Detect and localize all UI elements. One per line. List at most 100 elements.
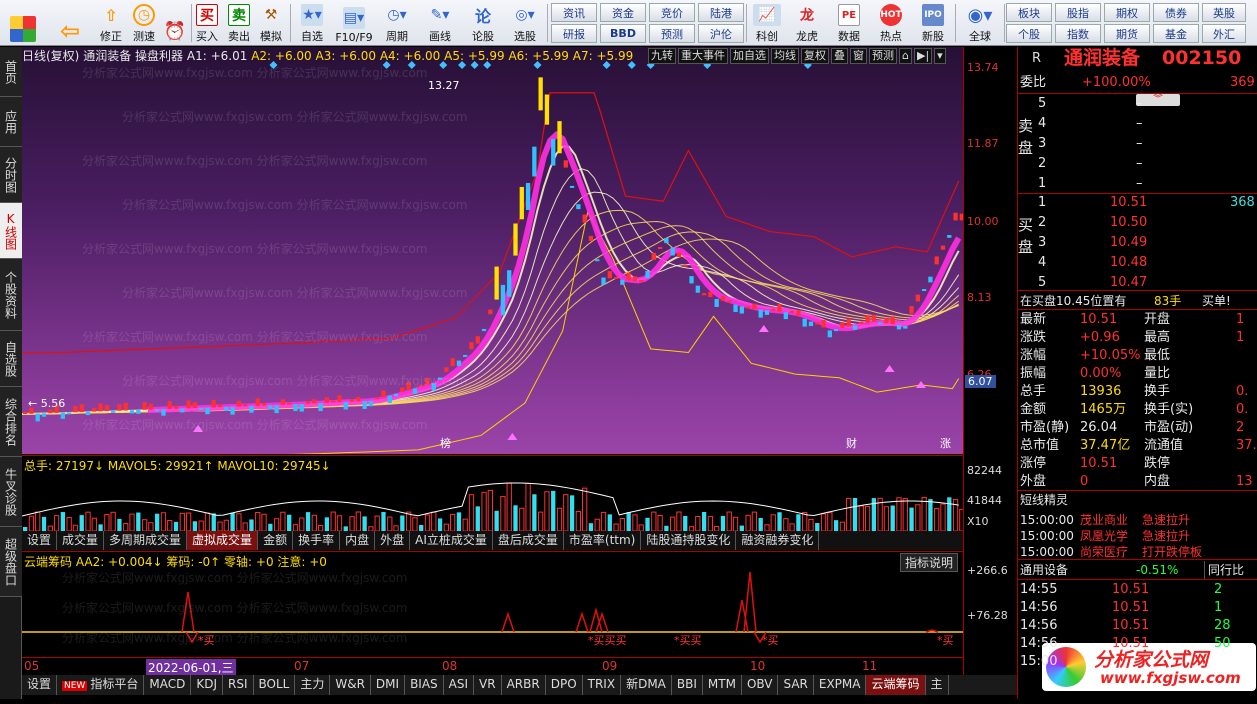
tab-settings[interactable]: 设置 [22,531,58,550]
sector-button[interactable]: 板块 [1006,3,1052,22]
tab-home[interactable]: 首页 [0,47,22,97]
tab-northbound[interactable]: 陆股通持股变化 [641,531,737,550]
tab-sar[interactable]: SAR [778,675,814,695]
tab-bbi[interactable]: BBI [672,675,703,695]
indicator-canvas[interactable]: *买 *买买买 *买买 *买 *买分析家公式网www.fxgjsw.com 分析家公式网… [22,552,963,657]
tab-margin[interactable]: 融资融券变化 [736,531,820,550]
forex-button[interactable]: 外汇 [1202,24,1246,43]
bonds-button[interactable]: 债券 [1153,3,1199,22]
funds-market-button[interactable]: 基金 [1153,24,1199,43]
tab-volume[interactable]: 成交量 [57,531,105,550]
tab-bias[interactable]: BIAS [405,675,444,695]
nine-turn-button[interactable]: 九转 [648,48,676,64]
tab-ind-settings[interactable]: 设置 [22,675,58,695]
tab-outer[interactable]: 外盘 [375,531,411,550]
tab-inner[interactable]: 内盘 [340,531,376,550]
futures-button[interactable]: 期货 [1104,24,1150,43]
tab-pe-ttm[interactable]: 市盈率(ttm) [564,531,642,550]
shanghai-london-button[interactable]: 沪伦 [698,24,744,43]
hotspot-button[interactable]: HOT 热点 [874,2,908,44]
dragon-tiger-button[interactable]: 龙龙虎 [790,2,824,44]
tab-kline[interactable]: K线图 [0,203,22,259]
moving-average-button[interactable]: 均线 [771,48,799,64]
forecast-tool-button[interactable]: 预测 [869,48,897,64]
clock-button[interactable]: ⏰ [160,2,190,44]
index-button[interactable]: 指数 [1055,24,1101,43]
forum-button[interactable]: 论论股 [466,2,500,44]
tab-more[interactable]: 主 [926,675,949,695]
tab-virtual-volume[interactable]: 虚拟成交量 [187,531,259,550]
news-button[interactable]: 资讯 [551,3,597,22]
global-button[interactable]: ◉▾ 全球 [960,2,1000,44]
tab-amount[interactable]: 金额 [258,531,294,550]
forecast-button[interactable]: 预测 [649,24,695,43]
star-market-button[interactable]: 📈 科创 [750,2,784,44]
tab-wr[interactable]: W&R [330,675,371,695]
draw-line-button[interactable]: ✎▾ 画线 [420,2,460,44]
tab-vr[interactable]: VR [474,675,502,695]
tab-stock-profile[interactable]: 个股资料 [0,259,22,331]
research-button[interactable]: 研报 [551,24,597,43]
tab-apps[interactable]: 应用 [0,97,22,147]
volume-pane[interactable]: 总手: 27197↓ MAVOL5: 29921↑ MAVOL10: 29745… [22,455,963,531]
tab-ranking[interactable]: 综合排名 [0,387,22,457]
tab-new-dma[interactable]: 新DMA [621,675,672,695]
kline-canvas[interactable]: 13.27 ← 5.56 榜 财 涨 分析家公式网www.fxgjsw.com 分析家公式… [21,47,965,462]
tab-turnover[interactable]: 换手率 [293,531,341,550]
tab-diagnosis[interactable]: 牛叉诊股 [0,457,22,527]
simulate-button[interactable]: ⚒ 模拟 [256,2,286,44]
dropdown-icon[interactable]: ▾ [934,48,946,64]
bbd-button[interactable]: BBD [600,24,646,43]
peer-compare-tab[interactable]: 同行比 [1204,561,1244,579]
options-button[interactable]: 期权 [1104,3,1150,22]
kline-chart[interactable]: 13.27 ← 5.56 榜 财 涨 分析家公式网www.fxgjsw.com 分析家公式… [21,47,965,462]
tab-obv[interactable]: OBV [742,675,779,695]
tab-rsi[interactable]: RSI [223,675,254,695]
revise-button[interactable]: ⇧ 修正 [94,2,128,44]
data-button[interactable]: PE 数据 [832,2,866,44]
tab-timeshare[interactable]: 分时图 [0,147,22,203]
start-grid-button[interactable] [8,2,38,44]
funds-button[interactable]: 资金 [600,3,646,22]
f10-button[interactable]: ▤▾ F10/F9 [332,2,376,44]
watchlist-button[interactable]: ★▾ 自选 [294,2,330,44]
window-button[interactable]: 窗 [850,48,867,64]
buy-button[interactable]: 买买入 [192,2,222,44]
adjust-button[interactable]: 复权 [801,48,829,64]
speed-test-button[interactable]: ◷ 测速 [129,2,159,44]
indicator-pane[interactable]: 云端筹码 AA2: +0.004↓ 筹码: -0↑ 零轴: +0 注意: +0 … [22,551,963,656]
hk-connect-button[interactable]: 陆港 [698,3,744,22]
tab-watchlist[interactable]: 自选股 [0,331,22,387]
stocks-button[interactable]: 个股 [1006,24,1052,43]
next-icon[interactable]: ▶| [913,48,933,64]
tab-kdj[interactable]: KDJ [191,675,223,695]
tab-cloud-chips[interactable]: 云端筹码 [866,675,926,695]
major-events-button[interactable]: 重大事件 [678,48,728,64]
period-button[interactable]: ◷▾ 周期 [378,2,416,44]
tab-multi-period-volume[interactable]: 多周期成交量 [104,531,188,550]
tab-super-panel[interactable]: 超级盘口 [0,527,22,597]
tab-dpo[interactable]: DPO [546,675,583,695]
tab-mtm[interactable]: MTM [703,675,742,695]
tab-trix[interactable]: TRIX [583,675,622,695]
tab-boll[interactable]: BOLL [254,675,296,695]
tab-dmi[interactable]: DMI [371,675,406,695]
stock-index-futures-button[interactable]: 股指 [1055,3,1101,22]
stock-select-button[interactable]: ◎▾ 选股 [506,2,544,44]
tab-ai-volume[interactable]: AI立桩成交量 [410,531,493,550]
back-button[interactable]: ⇦ [55,2,85,45]
tab-indicator-platform[interactable]: NEW 指标平台 [57,675,145,695]
tab-arbr[interactable]: ARBR [502,675,546,695]
lock-icon[interactable]: ⌂ [899,48,912,64]
auction-button[interactable]: 竞价 [649,3,695,22]
tab-main-force[interactable]: 主力 [295,675,331,695]
volume-canvas[interactable] [22,456,963,531]
tab-macd[interactable]: MACD [144,675,192,695]
overlay-button[interactable]: 叠 [831,48,848,64]
add-watchlist-button[interactable]: 加自选 [730,48,769,64]
uk-stocks-button[interactable]: 英股 [1202,3,1246,22]
tab-after-hours[interactable]: 盘后成交量 [493,531,564,550]
sell-button[interactable]: 卖卖出 [224,2,254,44]
tab-expma[interactable]: EXPMA [814,675,867,695]
tab-asi[interactable]: ASI [444,675,475,695]
